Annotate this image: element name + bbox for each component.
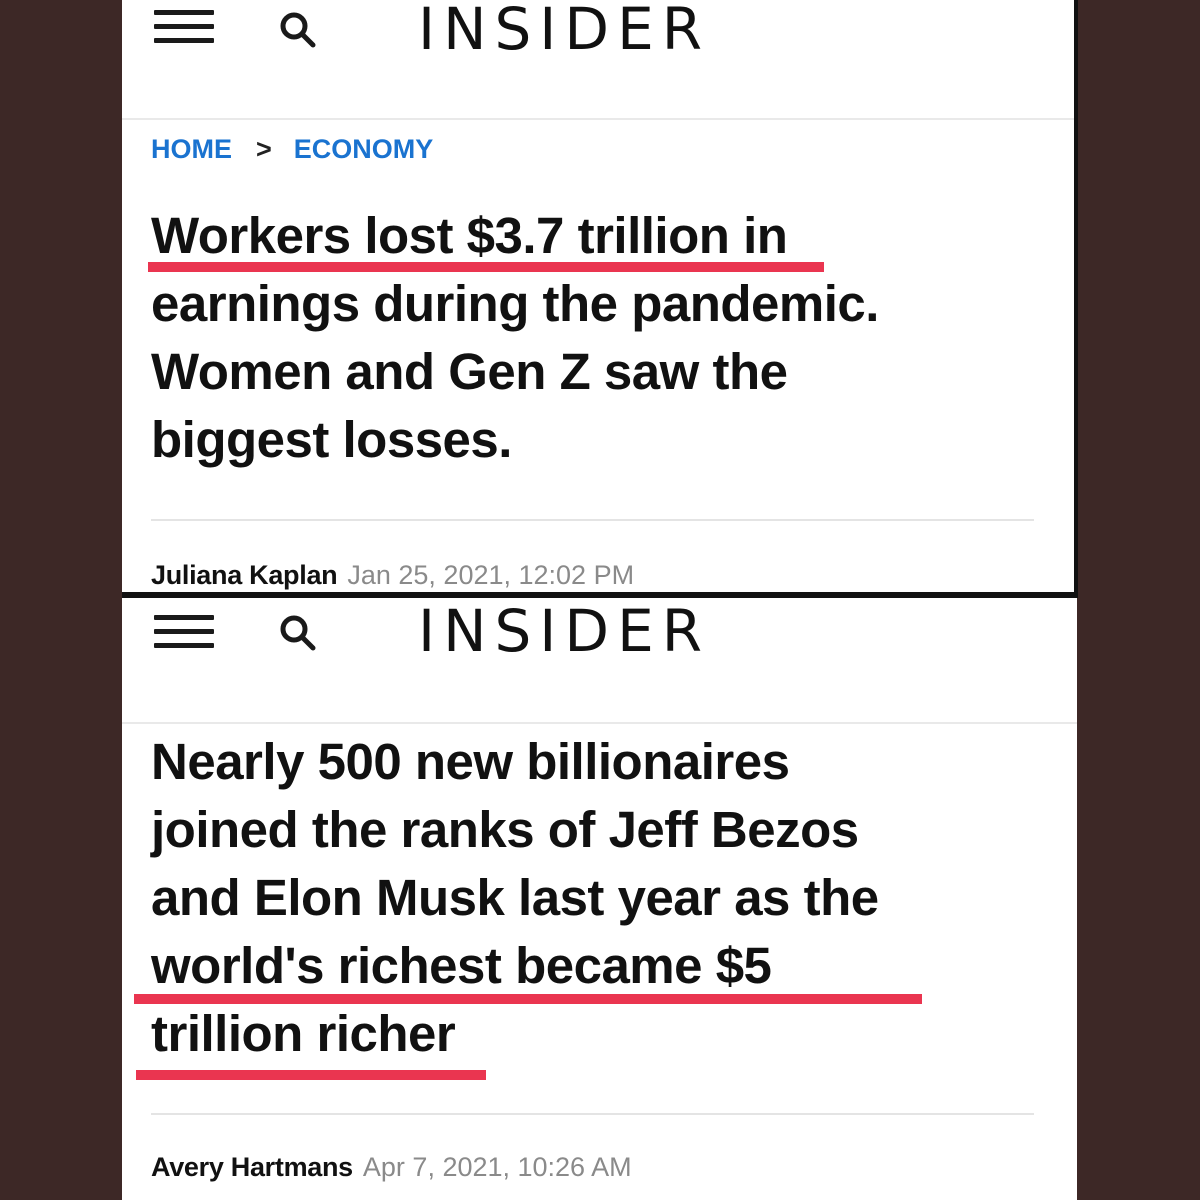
highlight-underline: [134, 994, 922, 1004]
headline-line: biggest losses.: [151, 411, 512, 468]
breadcrumb-home-link[interactable]: HOME: [151, 134, 232, 164]
headline-line: joined the ranks of Jeff Bezos: [151, 801, 859, 858]
byline: Juliana Kaplan Jan 25, 2021, 12:02 PM: [151, 559, 634, 591]
author-name[interactable]: Juliana Kaplan: [151, 560, 338, 590]
headline-line: world's richest became $5: [151, 937, 772, 994]
site-logo[interactable]: INSIDER: [418, 0, 710, 58]
breadcrumb-separator: >: [256, 134, 272, 164]
breadcrumb-economy-link[interactable]: ECONOMY: [294, 134, 434, 164]
byline-divider: [151, 519, 1034, 521]
panel-border: [1074, 0, 1078, 598]
byline-divider: [151, 1113, 1034, 1115]
byline: Avery Hartmans Apr 7, 2021, 10:26 AM: [151, 1151, 632, 1183]
highlight-underline: [148, 262, 824, 272]
hamburger-menu-icon[interactable]: [154, 10, 214, 44]
breadcrumb: HOME > ECONOMY: [151, 133, 433, 165]
author-name[interactable]: Avery Hartmans: [151, 1152, 353, 1182]
article-screenshot-top: INSIDER HOME > ECONOMY Workers lost $3.7 t…: [122, 0, 1077, 592]
article-headline: Nearly 500 new billionaires joined the r…: [151, 728, 1051, 1068]
article-screenshot-bottom: INSIDER Nearly 500 new billionaires join…: [122, 598, 1077, 1200]
header-divider: [122, 722, 1077, 724]
headline-line: Nearly 500 new billionaires: [151, 733, 790, 790]
search-icon[interactable]: [278, 10, 318, 50]
header-divider: [122, 118, 1077, 120]
headline-line: trillion richer: [151, 1005, 456, 1062]
site-header: INSIDER: [122, 0, 1077, 120]
hamburger-menu-icon[interactable]: [154, 615, 214, 649]
site-logo[interactable]: INSIDER: [418, 602, 710, 660]
highlight-underline: [136, 1070, 486, 1080]
headline-line: and Elon Musk last year as the: [151, 869, 879, 926]
publish-date: Jan 25, 2021, 12:02 PM: [347, 560, 635, 590]
headline-line: earnings during the pandemic.: [151, 275, 879, 332]
article-headline: Workers lost $3.7 trillion in earnings d…: [151, 202, 1051, 474]
search-icon[interactable]: [278, 613, 318, 653]
headline-line: Women and Gen Z saw the: [151, 343, 788, 400]
publish-date: Apr 7, 2021, 10:26 AM: [362, 1152, 632, 1182]
headline-line: Workers lost $3.7 trillion in: [151, 207, 788, 264]
site-header: INSIDER: [122, 598, 1077, 718]
